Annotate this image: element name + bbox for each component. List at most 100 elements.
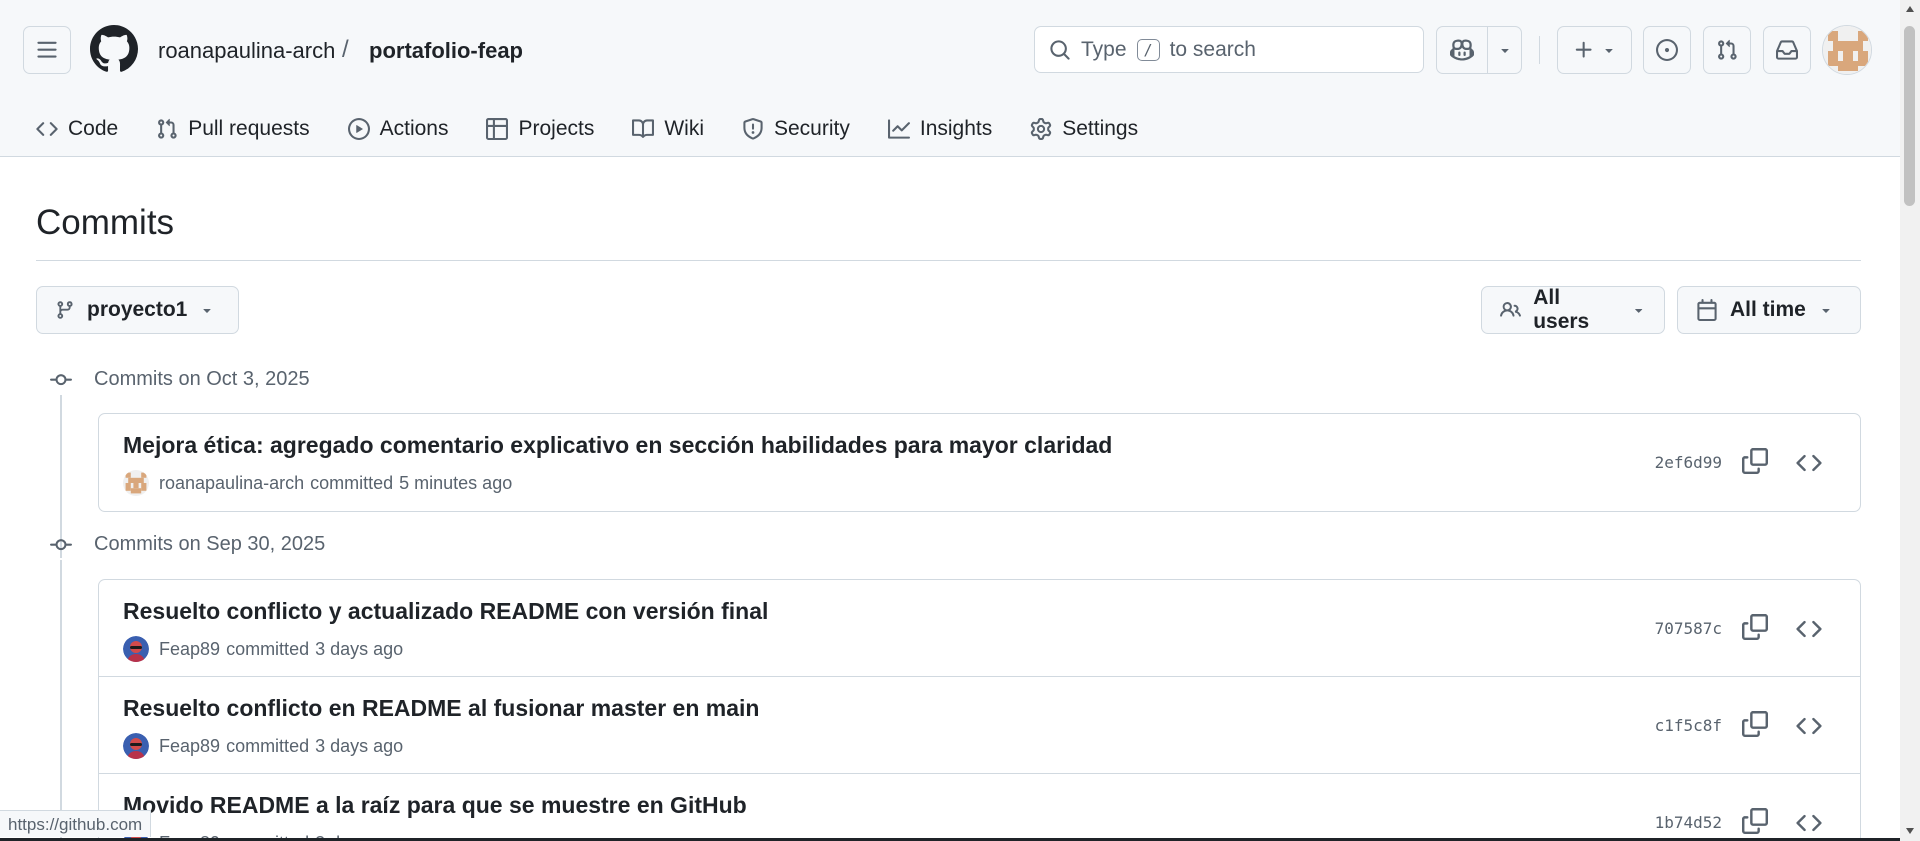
vertical-scrollbar[interactable] [1900,0,1920,841]
commit-row: Movido README a la raíz para que se mues… [99,774,1860,841]
commit-message-link[interactable]: Mejora ética: agregado comentario explic… [123,432,1112,459]
gear-icon [1031,118,1052,140]
avatar[interactable] [123,733,149,759]
avatar-photo-icon [123,733,149,759]
pull-requests-button[interactable] [1703,26,1751,74]
link-preview-status: https://github.com [0,810,152,837]
book-icon [632,119,655,138]
user-avatar[interactable] [1822,25,1872,75]
repo-owner-link[interactable]: roanapaulina-arch [158,38,335,64]
repo-name-link[interactable]: portafolio-feap [369,38,523,64]
avatar[interactable] [123,470,149,496]
breadcrumb-separator: / [342,36,349,63]
git-pull-request-icon [1718,39,1737,60]
tab-wiki-label: Wiki [664,117,704,140]
commit-meta: Feap89 committed 3 days ago [123,733,403,759]
commit-time: 5 minutes ago [399,472,513,493]
triangle-down-icon [1604,49,1613,53]
tab-pull-requests[interactable]: Pull requests [154,107,311,151]
timeline-line [60,560,62,841]
scroll-down-arrow-icon[interactable] [1906,828,1914,834]
issues-button[interactable] [1643,26,1691,74]
plus-icon [1575,41,1592,58]
header-divider [1539,36,1540,64]
commit-time: 3 days ago [315,638,404,659]
people-icon [1500,302,1521,317]
tab-projects[interactable]: Projects [484,107,596,151]
commit-time: 3 days ago [315,735,404,756]
commit-message-link[interactable]: Resuelto conflicto y actualizado README … [123,598,768,625]
commit-message-link[interactable]: Movido README a la raíz para que se mues… [123,792,747,819]
commit-author-link[interactable]: Feap89 [159,639,220,660]
title-divider [36,260,1861,261]
tab-settings[interactable]: Settings [1028,107,1140,151]
code-icon[interactable] [1796,616,1822,642]
git-branch-icon [57,301,73,319]
search-placeholder-suffix: to search [1169,37,1256,61]
shield-icon [743,118,763,140]
hamburger-icon [37,41,57,58]
commit-message-link[interactable]: Resuelto conflicto en README al fusionar… [123,695,759,722]
commit-meta: roanapaulina-arch committed 5 minutes ag… [123,470,512,496]
copy-icon[interactable] [1742,614,1768,640]
repo-nav-tabs: Code Pull requests Actions Projects Wiki… [34,104,1174,154]
avatar[interactable] [123,636,149,662]
menu-button[interactable] [23,26,71,74]
github-logo-icon[interactable] [90,25,138,73]
commit-group-date: Commits on Oct 3, 2025 [94,368,310,390]
commit-group-header: Commits on Oct 3, 2025 [50,368,310,391]
tab-security[interactable]: Security [740,107,852,151]
commit-sha-link[interactable]: 707587c [1655,619,1722,638]
copy-icon[interactable] [1742,808,1768,834]
time-filter-button[interactable]: All time [1677,286,1861,334]
commit-action: committed [310,472,394,493]
git-commit-icon [50,373,72,385]
code-icon[interactable] [1796,450,1822,476]
code-icon[interactable] [1796,713,1822,739]
tab-code[interactable]: Code [34,107,120,151]
users-filter-button[interactable]: All users [1481,286,1665,334]
commit-row: Resuelto conflicto y actualizado README … [99,580,1860,677]
code-icon[interactable] [1796,810,1822,836]
copy-icon[interactable] [1742,448,1768,474]
scroll-up-arrow-icon[interactable] [1906,6,1914,12]
commit-group-date: Commits on Sep 30, 2025 [94,533,326,555]
avatar-photo-icon [123,636,149,662]
commit-list: Mejora ética: agregado comentario explic… [98,413,1861,512]
commit-row: Resuelto conflicto en README al fusionar… [99,677,1860,774]
search-shortcut-key: / [1136,38,1160,61]
copilot-button-group [1436,26,1522,74]
tab-insights-label: Insights [919,117,993,140]
commit-row: Mejora ética: agregado comentario explic… [99,414,1860,511]
branch-selector-button[interactable]: proyecto1 [36,286,239,334]
search-icon [1050,39,1070,60]
copilot-icon [1450,39,1474,61]
commit-list: Resuelto conflicto y actualizado README … [98,579,1861,841]
tab-insights[interactable]: Insights [886,107,994,151]
scrollbar-thumb[interactable] [1904,26,1915,206]
tab-wiki[interactable]: Wiki [630,107,706,151]
calendar-icon [1697,299,1717,321]
copilot-button[interactable] [1437,27,1487,73]
copy-icon[interactable] [1742,711,1768,737]
commit-sha-link[interactable]: 1b74d52 [1655,813,1722,832]
play-icon [347,118,370,140]
tab-actions[interactable]: Actions [346,107,451,151]
commit-author-link[interactable]: roanapaulina-arch [159,473,304,494]
inbox-button[interactable] [1763,26,1811,74]
inbox-icon [1776,40,1798,60]
commit-sha-link[interactable]: 2ef6d99 [1655,453,1722,472]
commit-action: committed [226,638,310,659]
commit-sha-link[interactable]: c1f5c8f [1655,716,1722,735]
search-placeholder-prefix: Type [1081,37,1127,61]
git-pull-request-icon [158,118,177,139]
commit-author-link[interactable]: Feap89 [159,736,220,757]
create-new-button[interactable] [1557,26,1632,74]
triangle-down-icon [203,309,212,313]
triangle-down-icon [1822,309,1830,313]
git-commit-icon [50,538,72,550]
copilot-menu-button[interactable] [1487,27,1521,73]
page-title: Commits [36,203,175,242]
search-input[interactable]: Type / to search [1034,26,1424,73]
table-icon [486,118,509,140]
